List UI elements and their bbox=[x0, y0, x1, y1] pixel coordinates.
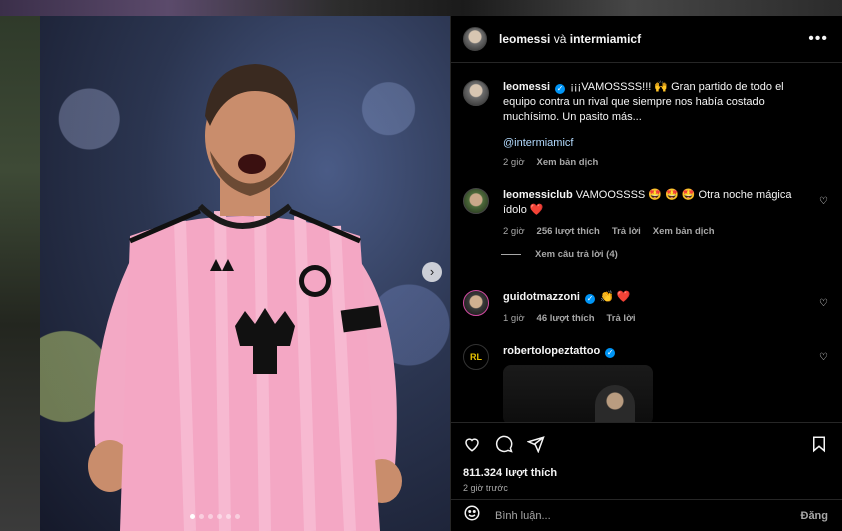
background-left-thumbnail bbox=[0, 16, 40, 531]
commenter-avatar[interactable]: RL bbox=[463, 344, 489, 370]
caption: leomessi ✓ ¡¡¡VAMOSSSS!!! 🙌 Gran partido… bbox=[463, 80, 828, 168]
post-comment-button[interactable]: Đăng bbox=[801, 510, 829, 522]
commenter-username[interactable]: leomessiclub bbox=[503, 189, 573, 201]
carousel-dots bbox=[190, 514, 240, 519]
reply-button[interactable]: Trả lời bbox=[607, 313, 636, 324]
commenter-avatar[interactable] bbox=[463, 188, 489, 214]
comment-time: 2 giờ bbox=[503, 226, 525, 237]
comment-image[interactable] bbox=[503, 365, 653, 422]
caption-time: 2 giờ bbox=[503, 157, 525, 168]
carousel-dot bbox=[199, 514, 204, 519]
comment-bubble-icon[interactable] bbox=[495, 435, 513, 453]
caption-avatar[interactable] bbox=[463, 80, 489, 106]
carousel-dot bbox=[190, 514, 195, 519]
more-options-icon[interactable]: ••• bbox=[808, 30, 828, 48]
carousel-dot bbox=[226, 514, 231, 519]
post-modal: › leomessi và intermiamicf ••• leomessi … bbox=[40, 16, 842, 531]
comment-text: 👏 ❤️ bbox=[600, 291, 631, 303]
coauthor-username[interactable]: intermiamicf bbox=[570, 32, 641, 46]
like-comment-heart-icon[interactable]: ♡ bbox=[819, 196, 828, 207]
comment-item: guidotmazzoni ✓ 👏 ❤️ 1 giờ 46 lượt thích… bbox=[463, 290, 828, 324]
verified-badge-icon: ✓ bbox=[555, 84, 566, 94]
comments-list[interactable]: leomessi ✓ ¡¡¡VAMOSSSS!!! 🙌 Gran partido… bbox=[451, 64, 842, 422]
bookmark-icon[interactable] bbox=[810, 435, 828, 453]
comment-likes[interactable]: 256 lượt thích bbox=[537, 226, 600, 237]
like-comment-heart-icon[interactable]: ♡ bbox=[819, 298, 828, 309]
commenter-avatar[interactable] bbox=[463, 290, 489, 316]
carousel-dot bbox=[217, 514, 222, 519]
reply-button[interactable]: Trả lời bbox=[612, 226, 641, 237]
player-celebrating-image bbox=[88, 64, 402, 531]
commenter-username[interactable]: guidotmazzoni bbox=[503, 291, 580, 303]
comment-time: 1 giờ bbox=[503, 313, 525, 324]
caption-username[interactable]: leomessi bbox=[503, 81, 550, 93]
carousel-next-button[interactable]: › bbox=[422, 262, 442, 282]
author-avatar[interactable] bbox=[463, 27, 487, 51]
background-thumbnails-strip bbox=[0, 0, 842, 16]
comment-input[interactable] bbox=[495, 509, 801, 522]
comment-item: RL robertolopeztattoo ✓ ♡ bbox=[463, 344, 828, 422]
comment-likes[interactable]: 46 lượt thích bbox=[537, 313, 595, 324]
likes-count[interactable]: 811.324 lượt thích bbox=[463, 467, 828, 479]
avatar-initials: RL bbox=[470, 352, 482, 362]
carousel-dot bbox=[235, 514, 240, 519]
commenter-username[interactable]: robertolopeztattoo bbox=[503, 345, 600, 357]
replies-line-divider bbox=[501, 254, 521, 255]
view-replies-button[interactable]: Xem câu trả lời (4) bbox=[501, 249, 828, 260]
comment-item: leomessiclub VAMOOSSSS 🤩 🤩 🤩 Otra noche … bbox=[463, 188, 828, 237]
post-actions: 811.324 lượt thích 2 giờ trước Đăng bbox=[451, 422, 842, 531]
like-heart-icon[interactable] bbox=[463, 435, 481, 453]
caption-mention-link[interactable]: @intermiamicf bbox=[503, 137, 808, 149]
comment-composer: Đăng bbox=[451, 499, 842, 531]
author-username[interactable]: leomessi bbox=[499, 32, 550, 46]
emoji-picker-icon[interactable] bbox=[463, 504, 481, 527]
carousel-dot bbox=[208, 514, 213, 519]
share-send-icon[interactable] bbox=[527, 435, 545, 453]
post-media[interactable]: › bbox=[40, 16, 450, 531]
translate-button[interactable]: Xem bản dịch bbox=[653, 226, 715, 237]
verified-badge-icon: ✓ bbox=[585, 294, 596, 304]
post-time: 2 giờ trước bbox=[463, 483, 508, 493]
authors-conjunction: và bbox=[553, 32, 567, 46]
comment-image-figure bbox=[595, 385, 635, 422]
caption-translate-button[interactable]: Xem bản dịch bbox=[537, 157, 599, 168]
like-comment-heart-icon[interactable]: ♡ bbox=[819, 352, 828, 363]
verified-badge-icon: ✓ bbox=[605, 348, 616, 358]
post-header: leomessi và intermiamicf ••• bbox=[451, 16, 842, 63]
post-authors: leomessi và intermiamicf bbox=[499, 32, 641, 46]
post-details-panel: leomessi và intermiamicf ••• leomessi ✓ … bbox=[450, 16, 842, 531]
view-replies-label[interactable]: Xem câu trả lời (4) bbox=[535, 249, 618, 260]
